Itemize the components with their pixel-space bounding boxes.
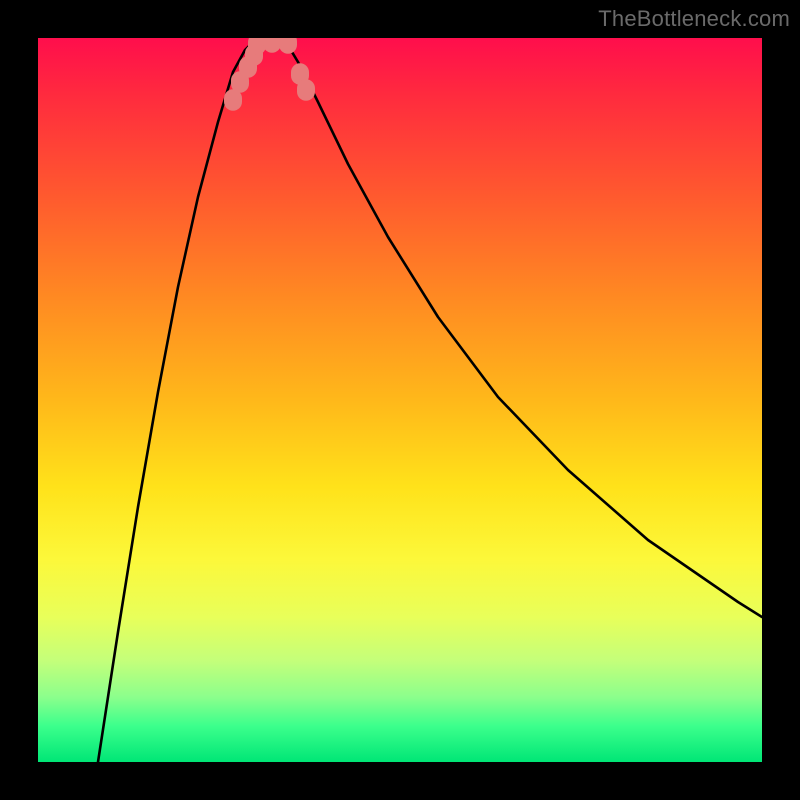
watermark-text: TheBottleneck.com xyxy=(598,6,790,32)
curve-path xyxy=(98,40,762,762)
bottleneck-curve xyxy=(38,38,762,762)
plot-area xyxy=(38,38,762,762)
floor-dot-2 xyxy=(263,38,281,53)
right-dot-2 xyxy=(297,79,315,101)
floor-dot-3 xyxy=(279,38,297,54)
outer-frame: TheBottleneck.com xyxy=(0,0,800,800)
